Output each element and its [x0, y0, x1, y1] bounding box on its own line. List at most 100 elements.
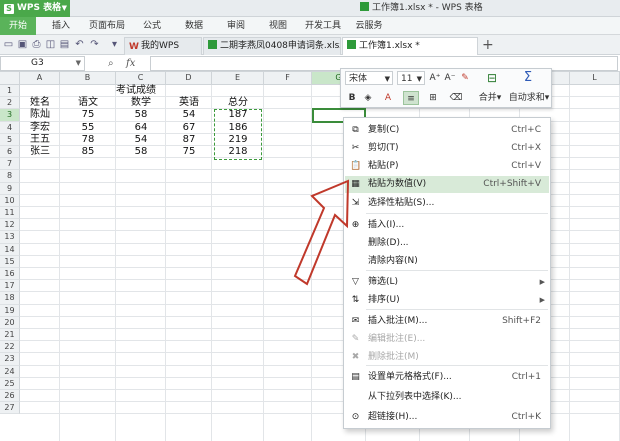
shrink-font-button[interactable]: A⁻ [443, 71, 457, 85]
print-preview-icon[interactable]: ◫ [44, 38, 57, 51]
data-cell[interactable]: 78 [60, 134, 116, 146]
tab-page-layout[interactable]: 页面布局 [84, 17, 130, 35]
row-header-26[interactable]: 26 [0, 390, 20, 403]
context-menu-item-9[interactable]: ⇅ 排序(U) ▶ [345, 292, 549, 309]
save-icon[interactable]: ▣ [16, 38, 29, 51]
context-menu-item-4[interactable]: ⇲ 选择性粘贴(S)... [345, 195, 549, 212]
tab-view[interactable]: 视图 [262, 17, 294, 35]
row-header-15[interactable]: 15 [0, 255, 20, 268]
header-cell[interactable]: 总分 [212, 97, 264, 109]
data-cell[interactable]: 75 [166, 146, 212, 158]
sheet-title-cell[interactable]: 考试成绩 [60, 85, 212, 97]
row-header-4[interactable]: 4 [0, 121, 20, 134]
print-icon[interactable]: ⎙ [30, 38, 43, 51]
clear-format-icon[interactable]: ⌫ [449, 91, 463, 105]
export-pdf-icon[interactable]: ▤ [58, 38, 71, 51]
bold-button[interactable]: B [345, 91, 359, 105]
tab-formulas[interactable]: 公式 [136, 17, 168, 35]
row-header-3[interactable]: 3 [0, 109, 20, 122]
data-cell[interactable]: 55 [60, 122, 116, 134]
data-cell[interactable]: 陈灿 [20, 109, 60, 121]
customize-toolbar-icon[interactable]: ▾ [108, 38, 121, 51]
context-menu-item-8[interactable]: ▽ 筛选(L) ▶ [345, 274, 549, 291]
column-header-d[interactable]: D [166, 72, 212, 85]
row-header-11[interactable]: 11 [0, 207, 20, 220]
column-header-e[interactable]: E [212, 72, 264, 85]
data-cell[interactable]: 58 [116, 109, 166, 121]
insert-function-fx-icon[interactable]: fx [126, 56, 135, 71]
data-cell[interactable]: 87 [166, 134, 212, 146]
context-menu-item-1[interactable]: ✂ 剪切(T) Ctrl+X [345, 140, 549, 157]
font-name-select[interactable]: 宋体 ▼ [345, 71, 393, 85]
context-menu-item-15[interactable]: ⊙ 超链接(H)... Ctrl+K [345, 409, 549, 426]
row-header-14[interactable]: 14 [0, 243, 20, 256]
row-header-8[interactable]: 8 [0, 170, 20, 183]
undo-icon[interactable]: ↶ [73, 38, 86, 51]
row-header-9[interactable]: 9 [0, 182, 20, 195]
context-menu-item-2[interactable]: 📋 粘贴(P) Ctrl+V [345, 158, 549, 175]
data-cell[interactable]: 64 [116, 122, 166, 134]
row-header-19[interactable]: 19 [0, 304, 20, 317]
context-menu-item-13[interactable]: ▤ 设置单元格格式(F)... Ctrl+1 [345, 369, 549, 386]
header-cell[interactable]: 数学 [116, 97, 166, 109]
borders-icon[interactable]: ⊞ [425, 91, 441, 105]
font-color-icon[interactable]: A [381, 91, 395, 105]
tab-data[interactable]: 数据 [178, 17, 210, 35]
merge-icon[interactable]: ⊟ [479, 71, 505, 85]
context-menu-item-7[interactable]: 清除内容(N) [345, 253, 549, 270]
autosum-sigma-icon[interactable]: Σ [517, 71, 539, 85]
tab-home[interactable]: 开始 [0, 17, 36, 35]
select-all-corner[interactable] [0, 72, 20, 85]
data-cell[interactable]: 67 [166, 122, 212, 134]
column-header-f[interactable]: F [264, 72, 312, 85]
data-cell[interactable]: 75 [60, 109, 116, 121]
header-cell[interactable]: 语文 [60, 97, 116, 109]
data-cell[interactable]: 王五 [20, 134, 60, 146]
row-header-7[interactable]: 7 [0, 158, 20, 171]
autosum-button[interactable]: 自动求和▾ [507, 91, 551, 105]
column-header-a[interactable]: A [20, 72, 60, 85]
new-tab-plus-icon[interactable]: + [482, 36, 494, 54]
name-box[interactable]: G3 ▼ [0, 56, 85, 71]
row-header-10[interactable]: 10 [0, 194, 20, 207]
tab-cloud[interactable]: 云服务 [352, 17, 386, 35]
row-header-17[interactable]: 17 [0, 280, 20, 293]
context-menu-item-0[interactable]: ⧉ 复制(C) Ctrl+C [345, 122, 549, 139]
font-size-select[interactable]: 11 ▼ [397, 71, 425, 85]
data-cell[interactable]: 张三 [20, 146, 60, 158]
app-menu-button[interactable]: S WPS 表格 ▼ [0, 0, 70, 17]
column-header-c[interactable]: C [116, 72, 166, 85]
row-header-2[interactable]: 2 [0, 97, 20, 110]
grow-font-button[interactable]: A⁺ [428, 71, 442, 85]
context-menu-item-10[interactable]: ✉ 插入批注(M)... Shift+F2 [345, 313, 549, 330]
merge-button[interactable]: 合并▾ [473, 91, 507, 105]
data-cell[interactable]: 李宏 [20, 122, 60, 134]
magnifier-icon[interactable]: ⌕ [108, 56, 114, 71]
row-header-21[interactable]: 21 [0, 329, 20, 342]
align-center-icon[interactable]: ≡ [403, 91, 419, 105]
context-menu-item-5[interactable]: ⊕ 插入(I)... [345, 217, 549, 234]
row-header-27[interactable]: 27 [0, 402, 20, 415]
row-header-25[interactable]: 25 [0, 377, 20, 390]
doc-tab-workbook-1[interactable]: 二期李燕凤0408申请词条.xlsx * [203, 37, 341, 55]
context-menu-item-6[interactable]: 删除(D)... [345, 235, 549, 252]
tab-review[interactable]: 审阅 [220, 17, 252, 35]
header-cell[interactable]: 姓名 [20, 97, 60, 109]
tab-insert[interactable]: 插入 [45, 17, 77, 35]
row-header-22[interactable]: 22 [0, 341, 20, 354]
row-header-18[interactable]: 18 [0, 292, 20, 305]
row-header-6[interactable]: 6 [0, 146, 20, 159]
data-cell[interactable]: 54 [166, 109, 212, 121]
data-cell[interactable]: 54 [116, 134, 166, 146]
row-header-20[interactable]: 20 [0, 316, 20, 329]
open-folder-icon[interactable]: ▭ [2, 38, 15, 51]
doc-tab-my-wps[interactable]: W 我的WPS [124, 37, 202, 55]
row-header-12[interactable]: 12 [0, 219, 20, 232]
data-cell[interactable]: 85 [60, 146, 116, 158]
format-painter-icon[interactable]: ✎ [458, 71, 472, 85]
redo-icon[interactable]: ↷ [88, 38, 101, 51]
row-header-24[interactable]: 24 [0, 365, 20, 378]
doc-tab-workbook-active[interactable]: 工作簿1.xlsx * [342, 37, 478, 55]
row-header-13[interactable]: 13 [0, 231, 20, 244]
fill-color-icon[interactable]: ◈ [361, 91, 375, 105]
